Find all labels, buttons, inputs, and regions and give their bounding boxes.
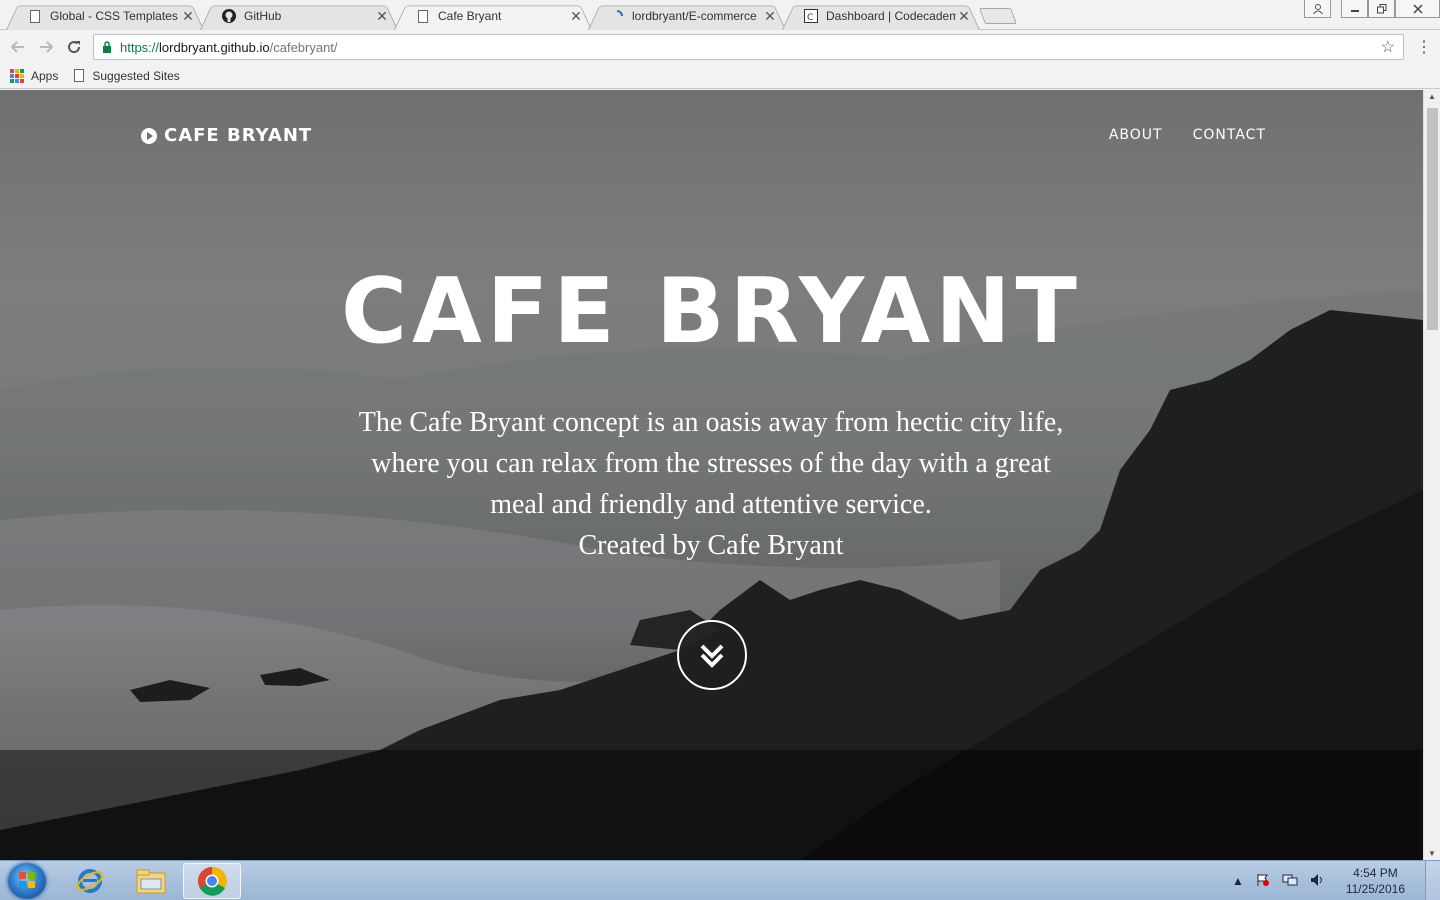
tab-cafe-bryant[interactable]: Cafe Bryant ✕ bbox=[394, 2, 592, 30]
page-icon bbox=[74, 69, 85, 82]
window-controls bbox=[1304, 0, 1440, 20]
brand-name: CAFE BRYANT bbox=[164, 125, 313, 146]
scroll-down-arrow-icon[interactable]: ▼ bbox=[1428, 849, 1436, 858]
page-scrollbar[interactable]: ▲ ▼ bbox=[1423, 90, 1440, 860]
reload-icon[interactable] bbox=[64, 37, 84, 57]
taskbar-chrome[interactable] bbox=[183, 863, 241, 899]
loading-icon bbox=[610, 9, 624, 23]
tab-close-icon[interactable]: ✕ bbox=[956, 8, 972, 25]
browser-tab-strip: Global - CSS Templates ✕ GitHub ✕ Cafe B… bbox=[0, 0, 1440, 30]
hero-description-line: The Cafe Bryant concept is an oasis away… bbox=[358, 407, 1064, 438]
action-center-flag-icon[interactable] bbox=[1256, 873, 1270, 890]
tab-title: lordbryant/E-commerce bbox=[632, 9, 757, 23]
tab-github[interactable]: GitHub ✕ bbox=[200, 2, 398, 30]
double-chevron-down-icon bbox=[700, 644, 724, 668]
tab-title: Global - CSS Templates bbox=[50, 9, 178, 23]
tab-close-icon[interactable]: ✕ bbox=[374, 8, 390, 25]
chrome-icon bbox=[198, 866, 227, 896]
show-desktop-button[interactable] bbox=[1425, 861, 1440, 900]
page-viewport: CAFE BRYANT ABOUT CONTACT CAFE BRYANT Th… bbox=[0, 90, 1423, 860]
forward-arrow-icon[interactable] bbox=[36, 37, 56, 57]
tab-title: GitHub bbox=[244, 9, 282, 23]
tab-codecademy-dashboard[interactable]: C Dashboard | Codecadem ✕ bbox=[782, 2, 980, 30]
bookmark-apps[interactable]: Apps bbox=[10, 68, 59, 83]
back-arrow-icon[interactable] bbox=[8, 37, 28, 57]
site-navbar: CAFE BRYANT ABOUT CONTACT bbox=[0, 90, 1423, 180]
page-icon bbox=[28, 9, 42, 23]
windows-logo-icon bbox=[19, 872, 35, 888]
tab-title: Cafe Bryant bbox=[438, 9, 502, 23]
show-hidden-icons-icon[interactable]: ▲ bbox=[1232, 874, 1244, 888]
windows-taskbar: ▲ 4:54 PM 11/25/2016 bbox=[0, 860, 1440, 900]
taskbar-internet-explorer[interactable] bbox=[61, 863, 119, 899]
taskbar-file-explorer[interactable] bbox=[122, 863, 180, 899]
apps-grid-icon bbox=[10, 68, 24, 83]
hero-heading: CAFE BRYANT bbox=[341, 259, 1082, 364]
play-circle-icon bbox=[141, 127, 157, 144]
restore-button[interactable] bbox=[1368, 0, 1395, 18]
system-tray: ▲ 4:54 PM 11/25/2016 bbox=[1226, 861, 1440, 900]
system-clock[interactable]: 4:54 PM 11/25/2016 bbox=[1346, 865, 1405, 897]
tab-title: Dashboard | Codecadem bbox=[826, 9, 956, 23]
internet-explorer-icon bbox=[76, 869, 104, 893]
bookmark-star-icon[interactable]: ☆ bbox=[1381, 37, 1395, 57]
hero-credit: Created by Cafe Bryant bbox=[578, 530, 844, 561]
scroll-up-arrow-icon[interactable]: ▲ bbox=[1428, 92, 1436, 101]
url-host: lordbryant.github.io bbox=[159, 39, 270, 55]
secure-lock-icon bbox=[102, 41, 112, 53]
scroll-down-button[interactable] bbox=[677, 620, 747, 690]
close-window-button[interactable] bbox=[1395, 0, 1440, 18]
url-scheme: https:// bbox=[120, 39, 160, 55]
network-icon[interactable] bbox=[1282, 873, 1298, 890]
tab-close-icon[interactable]: ✕ bbox=[180, 8, 196, 25]
url-path: /cafebryant/ bbox=[269, 39, 338, 55]
codecademy-icon: C bbox=[804, 9, 818, 23]
address-bar[interactable]: https:// lordbryant.github.io /cafebryan… bbox=[93, 34, 1404, 60]
brand-logo[interactable]: CAFE BRYANT bbox=[141, 125, 312, 146]
browser-menu-icon[interactable]: ⋮ bbox=[1416, 37, 1432, 57]
bookmark-label: Apps bbox=[31, 68, 59, 83]
tab-lordbryant-ecommerce[interactable]: lordbryant/E-commerce ✕ bbox=[588, 2, 786, 30]
page-icon bbox=[416, 9, 430, 23]
start-button[interactable] bbox=[8, 863, 46, 899]
new-tab-button[interactable] bbox=[979, 8, 1017, 24]
hero-description-line: meal and friendly and attentive service. bbox=[490, 489, 932, 520]
file-explorer-icon bbox=[136, 869, 166, 894]
site-nav-links: ABOUT CONTACT bbox=[1109, 127, 1266, 143]
nav-link-contact[interactable]: CONTACT bbox=[1193, 127, 1266, 143]
clock-date: 11/25/2016 bbox=[1345, 882, 1405, 896]
nav-link-about[interactable]: ABOUT bbox=[1109, 127, 1163, 143]
hero-description: The Cafe Bryant concept is an oasis away… bbox=[311, 402, 1111, 566]
bookmark-suggested-sites[interactable]: Suggested Sites bbox=[74, 68, 180, 83]
tab-close-icon[interactable]: ✕ bbox=[762, 8, 778, 25]
bookmarks-bar: Apps Suggested Sites bbox=[0, 63, 1440, 89]
scrollbar-thumb[interactable] bbox=[1427, 108, 1438, 330]
hero-description-line: where you can relax from the stresses of… bbox=[371, 448, 1051, 479]
bookmark-label: Suggested Sites bbox=[92, 68, 180, 83]
volume-icon[interactable] bbox=[1310, 873, 1326, 890]
github-icon bbox=[222, 9, 236, 23]
minimize-button[interactable] bbox=[1341, 0, 1368, 18]
tab-global-css-templates[interactable]: Global - CSS Templates ✕ bbox=[6, 2, 204, 30]
browser-toolbar: https:// lordbryant.github.io /cafebryan… bbox=[0, 31, 1440, 63]
tab-close-icon[interactable]: ✕ bbox=[568, 8, 584, 25]
svg-text:C: C bbox=[807, 13, 813, 23]
clock-time: 4:54 PM bbox=[1353, 866, 1398, 880]
user-profile-icon[interactable] bbox=[1304, 0, 1331, 18]
